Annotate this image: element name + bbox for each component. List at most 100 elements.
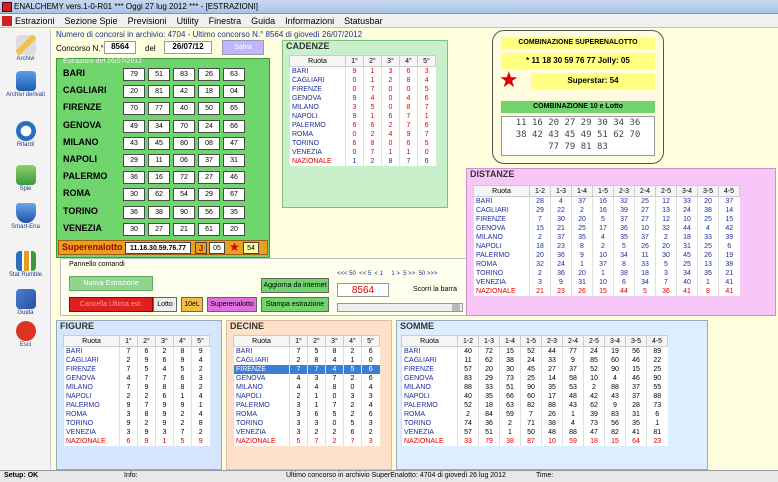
nuova-estrazione-button[interactable]: Nuova Estrazione: [69, 276, 153, 291]
stampa-button[interactable]: Stampa estrazione: [261, 297, 329, 312]
table-row[interactable]: FIRENZE 7 5 4 5 2: [63, 364, 210, 374]
sidebar-spie[interactable]: Spie: [0, 163, 51, 201]
menu-estrazioni[interactable]: Estrazioni: [15, 16, 55, 26]
number-cell[interactable]: 50: [198, 102, 220, 116]
sidebar-archivi-derivati[interactable]: Archivi derivati: [0, 69, 51, 107]
table-row[interactable]: FIRENZE 0 7 0 0 5: [289, 84, 436, 94]
column-header[interactable]: 3-4: [676, 185, 698, 197]
table-row[interactable]: BARI 7 6 2 8 9: [63, 346, 210, 356]
column-header[interactable]: 2-4: [634, 185, 656, 197]
table-row[interactable]: GENOVA 83 29 73 25 14 58 10 4 46 90: [401, 373, 668, 383]
column-header[interactable]: Ruota: [289, 55, 346, 67]
number-cell[interactable]: 77: [148, 102, 170, 116]
number-cell[interactable]: 51: [148, 68, 170, 81]
menu-sezione-spie[interactable]: Sezione Spie: [65, 16, 118, 26]
menu-informazioni[interactable]: Informazioni: [285, 16, 334, 26]
number-cell[interactable]: 24: [198, 119, 220, 133]
number-cell[interactable]: 29: [123, 154, 145, 167]
column-header[interactable]: 4°: [343, 335, 362, 347]
table-row[interactable]: MILANO 3 5 0 8 7: [289, 102, 436, 112]
table-row[interactable]: BARI 40 72 15 52 44 77 24 19 56 89: [401, 346, 668, 356]
number-cell[interactable]: 47: [223, 136, 245, 150]
number-cell[interactable]: 21: [173, 222, 195, 236]
number-cell[interactable]: 43: [123, 136, 145, 150]
table-row[interactable]: NAPOLI 2 1 0 3 3: [233, 391, 380, 401]
number-cell[interactable]: 42: [173, 85, 195, 99]
scrollbar-thumb[interactable]: [452, 304, 460, 311]
number-cell[interactable]: 08: [198, 136, 220, 150]
column-header[interactable]: 3-5: [697, 185, 719, 197]
table-row[interactable]: TORINO 6 8 0 6 5: [289, 138, 436, 148]
table-row[interactable]: VENEZIA 3 9 3 7 2: [63, 427, 210, 437]
column-header[interactable]: 2°: [307, 335, 326, 347]
sidebar-esci[interactable]: Esci: [0, 319, 51, 357]
number-cell[interactable]: 20: [123, 85, 145, 99]
table-row[interactable]: GENOVA 9 4 0 4 6: [289, 93, 436, 103]
column-header[interactable]: 1-4: [499, 335, 521, 347]
column-header[interactable]: 1-3: [478, 335, 500, 347]
number-cell[interactable]: 66: [223, 119, 245, 133]
column-header[interactable]: 2-5: [655, 185, 677, 197]
table-row[interactable]: VENEZIA 57 51 1 50 48 88 47 82 41 81: [401, 427, 668, 437]
table-row[interactable]: FIRENZE 7 7 4 5 6: [233, 364, 380, 374]
number-cell[interactable]: 35: [223, 205, 245, 219]
table-row[interactable]: NAPOLI 9 1 6 7 1: [289, 111, 436, 121]
table-row[interactable]: NAZIONALE 6 9 1 5 9: [63, 436, 210, 446]
table-row[interactable]: CAGLIARI 11 62 38 24 33 9 85 60 46 22: [401, 355, 668, 365]
number-cell[interactable]: 36: [123, 205, 145, 219]
table-row[interactable]: MILANO 7 9 8 8 2: [63, 382, 210, 392]
column-header[interactable]: Ruota: [401, 335, 458, 347]
concorso-number-field[interactable]: 8564: [104, 41, 136, 54]
table-row[interactable]: NAPOLI 2 2 6 1 4: [63, 391, 210, 401]
10el-button[interactable]: 10eL: [181, 297, 203, 312]
table-row[interactable]: PALERMO 20 36 9 10 34 11 30 45 26 19: [473, 250, 740, 260]
table-row[interactable]: GENOVA 4 3 7 2 6: [233, 373, 380, 383]
column-header[interactable]: 3°: [325, 335, 344, 347]
table-row[interactable]: VENEZIA 0 7 1 1 0: [289, 147, 436, 157]
aggiorna-button[interactable]: Aggiorna da internet: [261, 278, 329, 293]
number-cell[interactable]: 90: [173, 205, 195, 219]
table-row[interactable]: TORINO 9 2 9 2 8: [63, 418, 210, 428]
table-row[interactable]: MILANO 88 33 51 90 35 53 2 88 37 55: [401, 382, 668, 392]
number-cell[interactable]: 38: [148, 205, 170, 219]
number-cell[interactable]: 27: [198, 171, 220, 185]
date-field[interactable]: 26/07/12: [164, 41, 212, 54]
number-cell[interactable]: 37: [198, 154, 220, 167]
table-row[interactable]: MILANO 4 4 8 0 4: [233, 382, 380, 392]
table-row[interactable]: GENOVA 15 21 25 17 36 10 32 44 4 42: [473, 223, 740, 233]
column-header[interactable]: 4°: [399, 55, 418, 67]
table-row[interactable]: VENEZIA 3 9 31 10 6 34 7 40 1 41: [473, 277, 740, 287]
column-header[interactable]: 1°: [289, 335, 308, 347]
table-row[interactable]: BARI 28 4 37 16 32 25 12 33 20 37: [473, 196, 740, 206]
sidebar-smart-ena[interactable]: Smart-Ena: [0, 201, 51, 239]
table-row[interactable]: CAGLIARI 2 8 4 1 0: [233, 355, 380, 365]
number-cell[interactable]: 62: [148, 188, 170, 202]
sidebar-archivi[interactable]: Archivi: [0, 33, 51, 71]
number-cell[interactable]: 83: [173, 68, 195, 81]
table-row[interactable]: NAPOLI 18 23 8 2 5 26 20 31 25 6: [473, 241, 740, 251]
number-cell[interactable]: 72: [173, 171, 195, 185]
salva-button[interactable]: Salva: [222, 40, 264, 55]
column-header[interactable]: 1-2: [529, 185, 551, 197]
column-header[interactable]: 1-2: [457, 335, 479, 347]
number-cell[interactable]: 18: [198, 85, 220, 99]
superenalotto-button[interactable]: Superenalotto: [207, 297, 257, 312]
concorso-scrollbar[interactable]: [337, 303, 463, 312]
cancella-button[interactable]: Cancella Ultima est.: [69, 297, 153, 312]
number-cell[interactable]: 04: [223, 85, 245, 99]
table-row[interactable]: GENOVA 4 7 7 6 3: [63, 373, 210, 383]
column-header[interactable]: 2-5: [583, 335, 605, 347]
number-cell[interactable]: 20: [223, 222, 245, 236]
nav-steps[interactable]: <<< 50 << 5 < 1 1 > 5 >> 50 >>>: [337, 271, 437, 277]
number-cell[interactable]: 65: [223, 102, 245, 116]
number-cell[interactable]: 11: [148, 154, 170, 167]
column-header[interactable]: 3-4: [604, 335, 626, 347]
number-cell[interactable]: 29: [198, 188, 220, 202]
table-row[interactable]: CAGLIARI 29 22 2 16 39 27 13 24 38 14: [473, 205, 740, 215]
number-cell[interactable]: 81: [148, 85, 170, 99]
sidebar-ritardi[interactable]: Ritardi: [0, 119, 51, 157]
number-cell[interactable]: 34: [148, 119, 170, 133]
table-row[interactable]: MILANO 2 37 35 4 35 37 2 18 33 39: [473, 232, 740, 242]
table-row[interactable]: BARI 7 5 8 2 6: [233, 346, 380, 356]
column-header[interactable]: 2°: [137, 335, 156, 347]
